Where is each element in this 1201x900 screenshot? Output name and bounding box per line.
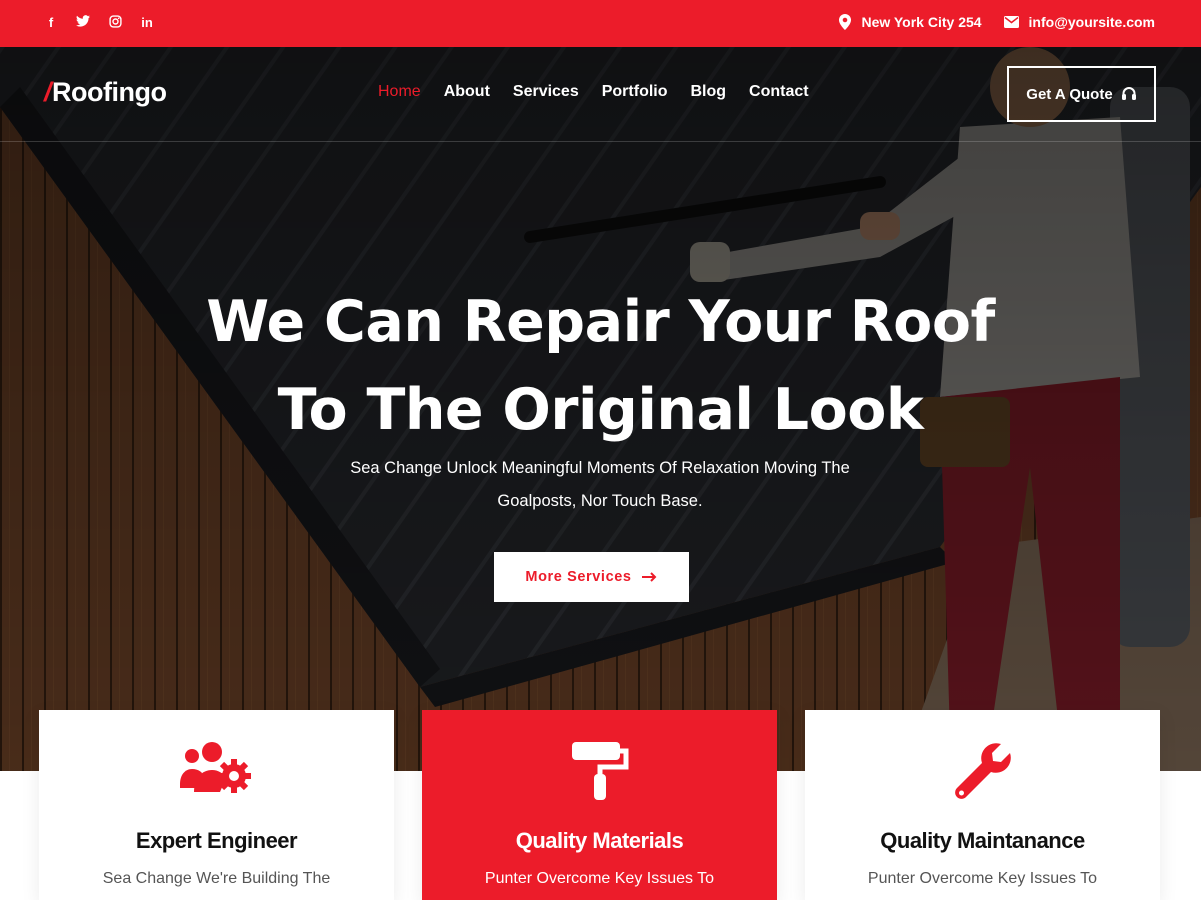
instagram-icon[interactable]	[108, 15, 122, 32]
map-pin-icon	[839, 14, 852, 30]
social-links: f in	[44, 15, 154, 32]
hero-headline-line2: To The Original Look	[277, 377, 924, 443]
headset-icon	[1121, 87, 1136, 100]
engineers-gear-icon	[39, 742, 394, 798]
feature-card-quality-maintanance[interactable]: Quality Maintanance Punter Overcome Key …	[805, 710, 1160, 900]
get-quote-label: Get A Quote	[1026, 85, 1113, 103]
feature-desc: Punter Overcome Key Issues To	[867, 870, 1098, 887]
paint-roller-icon	[422, 742, 777, 802]
nav-about[interactable]: About	[444, 83, 490, 101]
twitter-icon[interactable]	[76, 15, 90, 32]
logo-slash: /	[44, 77, 52, 107]
email-item[interactable]: info@yoursite.com	[1003, 14, 1155, 30]
nav-home[interactable]: Home	[378, 83, 421, 101]
feature-desc: Sea Change We're Building The	[102, 870, 331, 887]
wrench-icon	[805, 742, 1160, 802]
nav-contact[interactable]: Contact	[749, 83, 809, 101]
get-quote-button[interactable]: Get A Quote	[1007, 66, 1156, 122]
hero-subtext-line2: Goalposts, Nor Touch Base.	[497, 492, 703, 510]
linkedin-icon[interactable]: in	[140, 15, 154, 32]
top-bar: f in New York City 254 info@yoursite.com	[0, 0, 1201, 47]
email-text[interactable]: info@yoursite.com	[1029, 14, 1155, 30]
main-nav: Home About Services Portfolio Blog Conta…	[378, 83, 809, 101]
feature-card-quality-materials[interactable]: Quality Materials Punter Overcome Key Is…	[422, 710, 777, 900]
feature-desc: Punter Overcome Key Issues To	[484, 870, 715, 887]
contact-info: New York City 254 info@yoursite.com	[817, 14, 1155, 30]
hero-headline: We Can Repair Your Roof To The Original …	[0, 278, 1201, 454]
facebook-icon[interactable]: f	[44, 15, 58, 32]
nav-blog[interactable]: Blog	[691, 83, 727, 101]
more-services-label: More Services	[525, 569, 632, 585]
feature-title: Quality Maintanance	[880, 828, 1085, 853]
nav-portfolio[interactable]: Portfolio	[602, 83, 668, 101]
feature-title: Expert Engineer	[135, 828, 298, 853]
hero-headline-line1: We Can Repair Your Roof	[206, 289, 995, 355]
feature-title: Quality Materials	[515, 828, 684, 853]
arrow-right-icon	[641, 572, 656, 582]
nav-services[interactable]: Services	[513, 83, 579, 101]
more-services-button[interactable]: More Services	[494, 552, 689, 602]
logo-text: Roofingo	[52, 77, 167, 107]
location-item: New York City 254	[839, 14, 982, 30]
envelope-icon	[1003, 16, 1019, 28]
location-text: New York City 254	[861, 14, 982, 30]
header-divider	[0, 141, 1201, 142]
hero-subtext: Sea Change Unlock Meaningful Moments Of …	[300, 452, 900, 518]
site-logo[interactable]: /Roofingo	[44, 77, 167, 108]
hero-subtext-line1: Sea Change Unlock Meaningful Moments Of …	[350, 459, 850, 477]
feature-card-expert-engineer[interactable]: Expert Engineer Sea Change We're Buildin…	[39, 710, 394, 900]
